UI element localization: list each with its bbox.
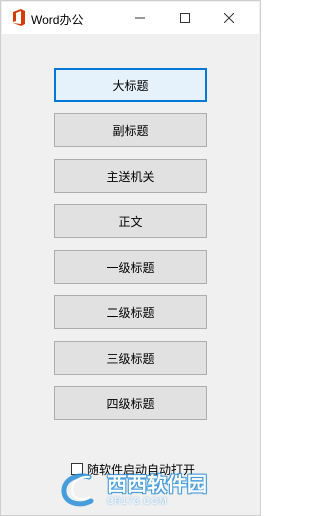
close-icon xyxy=(224,13,234,23)
heading4-style-button[interactable]: 四级标题 xyxy=(54,386,207,420)
heading1-style-button[interactable]: 一级标题 xyxy=(54,250,207,284)
subtitle-style-button[interactable]: 副标题 xyxy=(54,113,207,147)
minimize-icon xyxy=(135,17,145,19)
maximize-icon xyxy=(180,13,190,23)
recipient-style-button[interactable]: 主送机关 xyxy=(54,159,207,193)
watermark-main-text: 西西软件园 xyxy=(107,473,207,496)
office-icon xyxy=(13,9,25,26)
body-style-button[interactable]: 正文 xyxy=(54,204,207,238)
window-title: Word办公 xyxy=(31,13,84,27)
title-style-button[interactable]: 大标题 xyxy=(54,68,207,102)
watermark-logo-icon xyxy=(61,473,94,507)
heading2-style-button[interactable]: 二级标题 xyxy=(54,295,207,329)
app-window: Word办公 大标题 副标题 主送机关 正文 一级标题 二级标题 三级标题 四级… xyxy=(0,0,261,516)
close-button[interactable] xyxy=(207,2,251,34)
heading3-style-button[interactable]: 三级标题 xyxy=(54,341,207,375)
title-bar[interactable]: Word办公 xyxy=(2,2,259,34)
watermark: 西西软件园 CR173.COM xyxy=(59,469,249,511)
maximize-button[interactable] xyxy=(163,2,207,34)
watermark-sub-text: CR173.COM xyxy=(107,495,168,506)
minimize-button[interactable] xyxy=(118,2,162,34)
